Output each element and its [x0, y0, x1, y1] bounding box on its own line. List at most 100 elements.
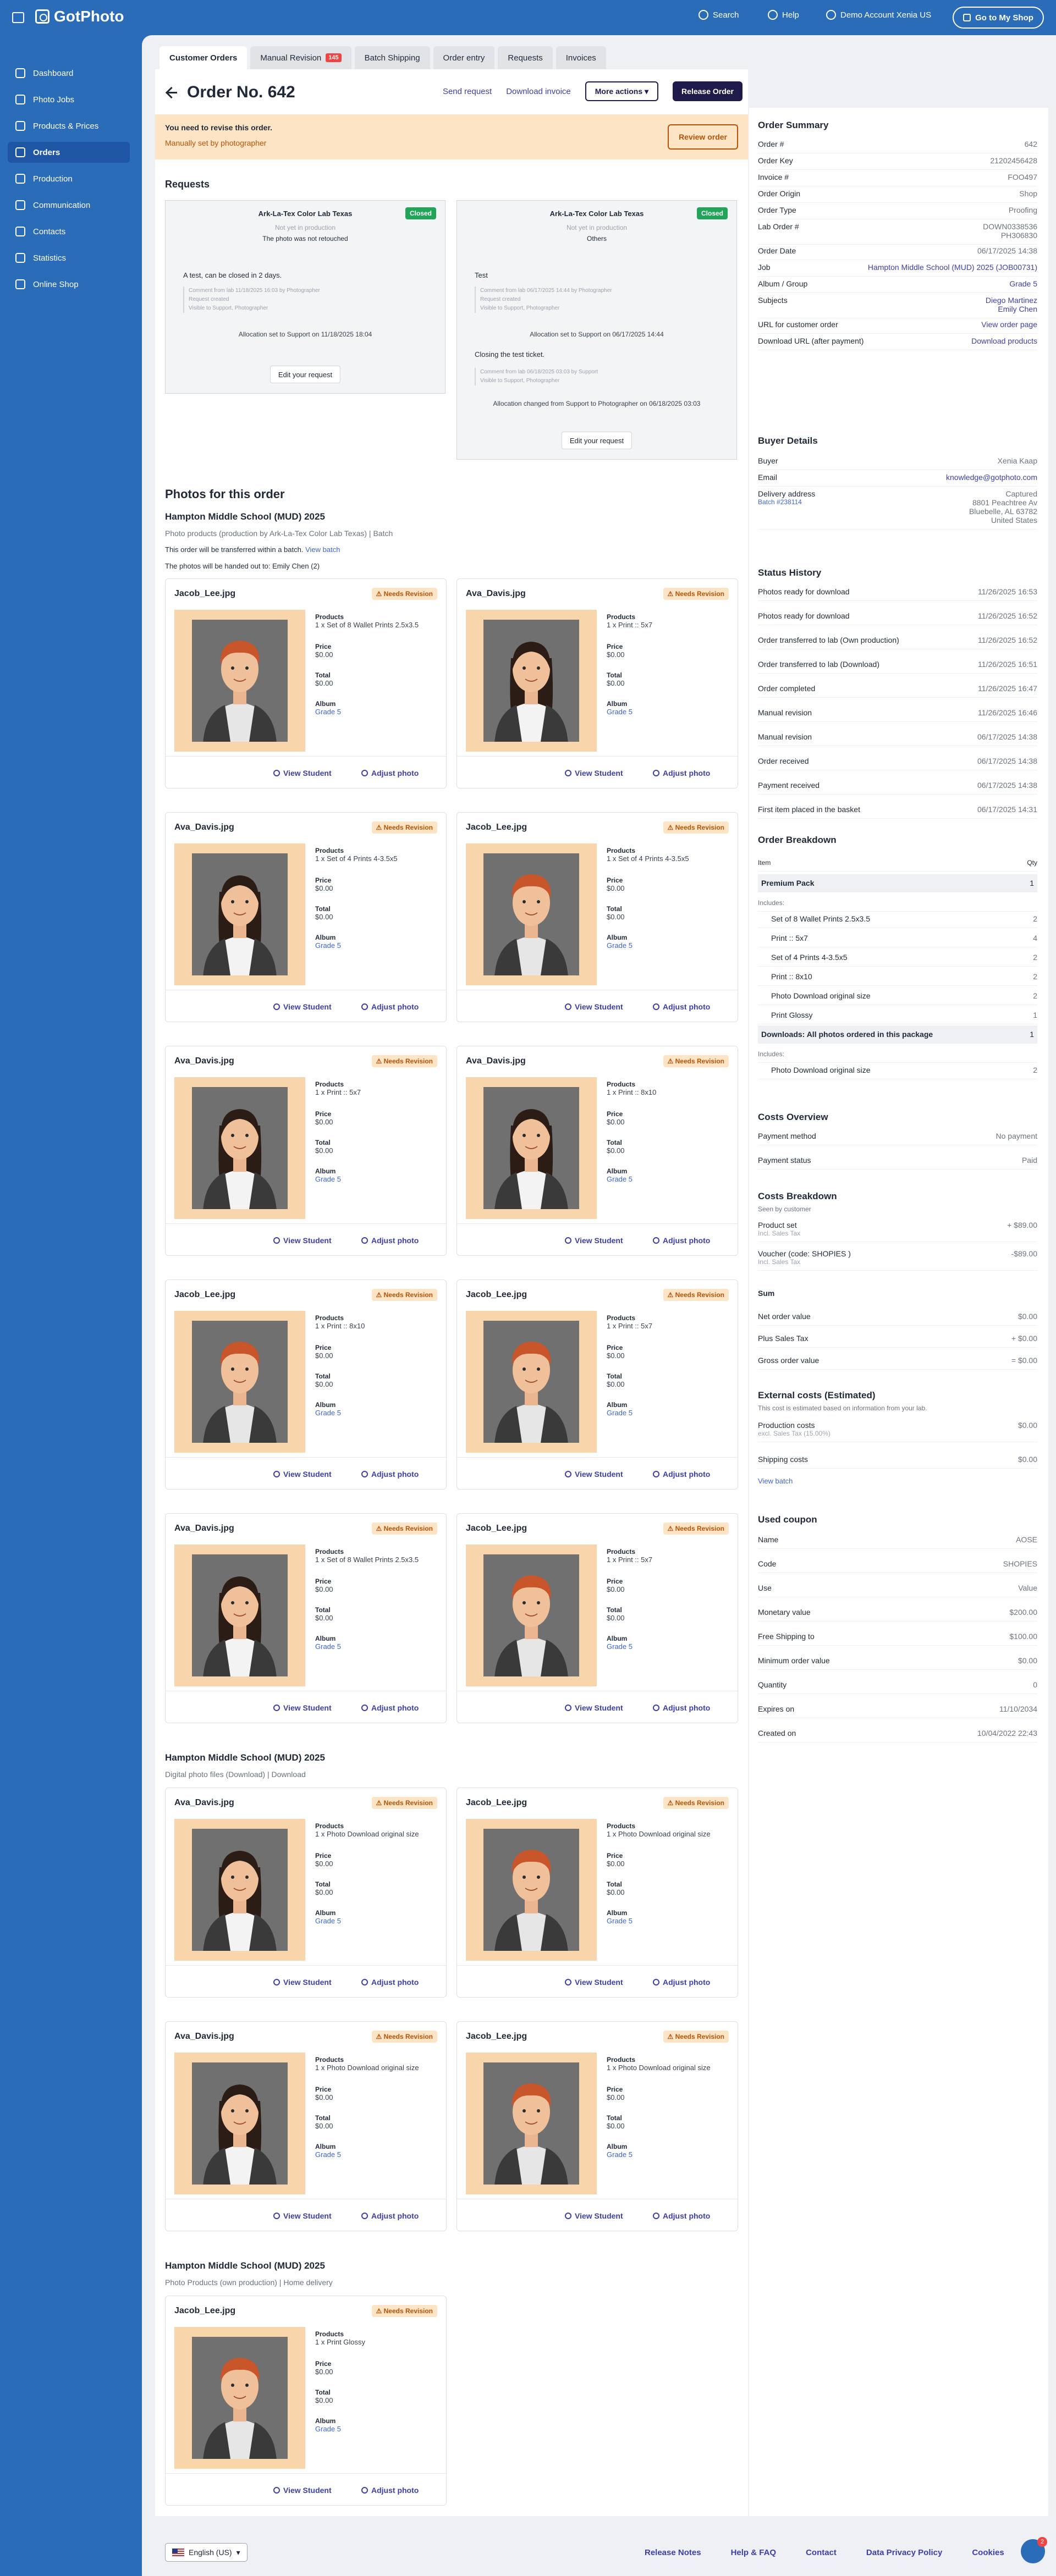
sidebar-item-online-shop[interactable]: Online Shop — [8, 274, 130, 295]
detail-value[interactable]: Grade 5 — [607, 1175, 632, 1183]
photo-thumbnail[interactable] — [174, 1545, 305, 1686]
view-batch-link[interactable]: View batch — [758, 1477, 793, 1485]
view-student-button[interactable]: View Student — [273, 769, 332, 777]
footer-link-contact[interactable]: Contact — [806, 2548, 837, 2557]
detail-value[interactable]: Grade 5 — [315, 708, 341, 716]
photo-thumbnail[interactable] — [466, 1311, 597, 1453]
search-button[interactable]: Search — [698, 10, 739, 20]
detail-value[interactable]: Grade 5 — [315, 2425, 341, 2433]
photo-thumbnail[interactable] — [466, 843, 597, 985]
row-value[interactable]: View order page — [981, 320, 1037, 329]
sidebar-item-production[interactable]: Production — [8, 168, 130, 189]
tab-invoices[interactable]: Invoices — [556, 46, 606, 69]
view-batch-link[interactable]: View batch — [305, 545, 340, 554]
sidebar-item-products-prices[interactable]: Products & Prices — [8, 115, 130, 136]
detail-value[interactable]: Grade 5 — [607, 1917, 632, 1925]
menu-toggle-icon[interactable] — [12, 12, 24, 23]
detail-value[interactable]: Grade 5 — [607, 708, 632, 716]
photo-thumbnail[interactable] — [466, 1077, 597, 1219]
sidebar-item-statistics[interactable]: Statistics — [8, 247, 130, 268]
view-student-button[interactable]: View Student — [565, 1470, 623, 1479]
view-student-button[interactable]: View Student — [565, 769, 623, 777]
view-student-button[interactable]: View Student — [273, 1002, 332, 1011]
back-arrow-icon[interactable] — [165, 86, 178, 99]
row-value[interactable]: Diego Martinez Emily Chen — [986, 296, 1037, 313]
row-value[interactable]: Download products — [971, 337, 1037, 345]
detail-value[interactable]: Grade 5 — [607, 1642, 632, 1651]
adjust-photo-button[interactable]: Adjust photo — [653, 2211, 710, 2220]
adjust-photo-button[interactable]: Adjust photo — [361, 769, 419, 777]
footer-link-data-privacy-policy[interactable]: Data Privacy Policy — [866, 2548, 942, 2557]
row-sublabel[interactable]: Batch #238114 — [758, 498, 815, 506]
sidebar-item-contacts[interactable]: Contacts — [8, 221, 130, 242]
adjust-photo-button[interactable]: Adjust photo — [653, 1470, 710, 1479]
detail-value[interactable]: Grade 5 — [315, 941, 341, 950]
go-to-shop-button[interactable]: Go to My Shop — [953, 7, 1044, 29]
photo-thumbnail[interactable] — [174, 610, 305, 752]
footer-link-cookies[interactable]: Cookies — [972, 2548, 1004, 2557]
view-student-button[interactable]: View Student — [273, 2211, 332, 2220]
photo-thumbnail[interactable] — [174, 2053, 305, 2194]
row-value[interactable]: Grade 5 — [1009, 279, 1037, 288]
view-student-button[interactable]: View Student — [565, 1236, 623, 1245]
review-order-button[interactable]: Review order — [668, 124, 738, 150]
tab-order-entry[interactable]: Order entry — [433, 46, 495, 69]
account-menu[interactable]: Demo Account Xenia US — [826, 10, 931, 20]
view-student-button[interactable]: View Student — [273, 2486, 332, 2495]
view-student-button[interactable]: View Student — [565, 1002, 623, 1011]
language-select[interactable]: English (US) ▾ — [165, 2543, 248, 2562]
view-student-button[interactable]: View Student — [565, 2211, 623, 2220]
adjust-photo-button[interactable]: Adjust photo — [653, 769, 710, 777]
view-student-button[interactable]: View Student — [273, 1703, 332, 1712]
brand-logo[interactable]: GotPhoto — [35, 8, 124, 25]
row-value[interactable]: knowledge@gotphoto.com — [946, 473, 1037, 482]
view-student-button[interactable]: View Student — [273, 1470, 332, 1479]
release-order-button[interactable]: Release Order — [673, 81, 743, 101]
sidebar-item-photo-jobs[interactable]: Photo Jobs — [8, 89, 130, 110]
detail-value[interactable]: Grade 5 — [315, 1917, 341, 1925]
photo-thumbnail[interactable] — [174, 843, 305, 985]
sidebar-item-orders[interactable]: Orders — [8, 142, 130, 163]
adjust-photo-button[interactable]: Adjust photo — [361, 2486, 419, 2495]
send-request-link[interactable]: Send request — [443, 87, 492, 96]
detail-value[interactable]: Grade 5 — [607, 1409, 632, 1417]
photo-thumbnail[interactable] — [466, 610, 597, 752]
tab-customer-orders[interactable]: Customer Orders — [160, 46, 248, 69]
download-invoice-link[interactable]: Download invoice — [506, 87, 571, 96]
view-student-button[interactable]: View Student — [273, 1236, 332, 1245]
edit-request-button[interactable]: Edit your request — [561, 432, 632, 449]
photo-thumbnail[interactable] — [466, 1819, 597, 1961]
adjust-photo-button[interactable]: Adjust photo — [653, 1703, 710, 1712]
detail-value[interactable]: Grade 5 — [315, 1642, 341, 1651]
tab-manual-revision[interactable]: Manual Revision 145 — [250, 46, 351, 69]
adjust-photo-button[interactable]: Adjust photo — [361, 1978, 419, 1987]
detail-value[interactable]: Grade 5 — [315, 2150, 341, 2159]
photo-thumbnail[interactable] — [174, 1077, 305, 1219]
chat-button[interactable]: 2 — [1021, 2537, 1047, 2563]
photo-thumbnail[interactable] — [174, 1311, 305, 1453]
more-actions-button[interactable]: More actions ▾ — [585, 81, 659, 101]
view-student-button[interactable]: View Student — [565, 1978, 623, 1987]
edit-request-button[interactable]: Edit your request — [270, 366, 341, 383]
footer-link-help-faq[interactable]: Help & FAQ — [731, 2548, 777, 2557]
photo-thumbnail[interactable] — [466, 1545, 597, 1686]
photo-thumbnail[interactable] — [466, 2053, 597, 2194]
tab-batch-shipping[interactable]: Batch Shipping — [354, 46, 430, 69]
sidebar-item-dashboard[interactable]: Dashboard — [8, 63, 130, 84]
detail-value[interactable]: Grade 5 — [315, 1409, 341, 1417]
adjust-photo-button[interactable]: Adjust photo — [361, 2211, 419, 2220]
adjust-photo-button[interactable]: Adjust photo — [653, 1978, 710, 1987]
sidebar-item-communication[interactable]: Communication — [8, 195, 130, 216]
detail-value[interactable]: Grade 5 — [607, 941, 632, 950]
view-student-button[interactable]: View Student — [565, 1703, 623, 1712]
adjust-photo-button[interactable]: Adjust photo — [361, 1002, 419, 1011]
adjust-photo-button[interactable]: Adjust photo — [653, 1236, 710, 1245]
adjust-photo-button[interactable]: Adjust photo — [361, 1470, 419, 1479]
photo-thumbnail[interactable] — [174, 1819, 305, 1961]
adjust-photo-button[interactable]: Adjust photo — [361, 1703, 419, 1712]
help-button[interactable]: Help — [768, 10, 799, 20]
row-value[interactable]: Hampton Middle School (MUD) 2025 (JOB007… — [868, 263, 1037, 272]
photo-thumbnail[interactable] — [174, 2327, 305, 2469]
detail-value[interactable]: Grade 5 — [607, 2150, 632, 2159]
tab-requests[interactable]: Requests — [498, 46, 553, 69]
